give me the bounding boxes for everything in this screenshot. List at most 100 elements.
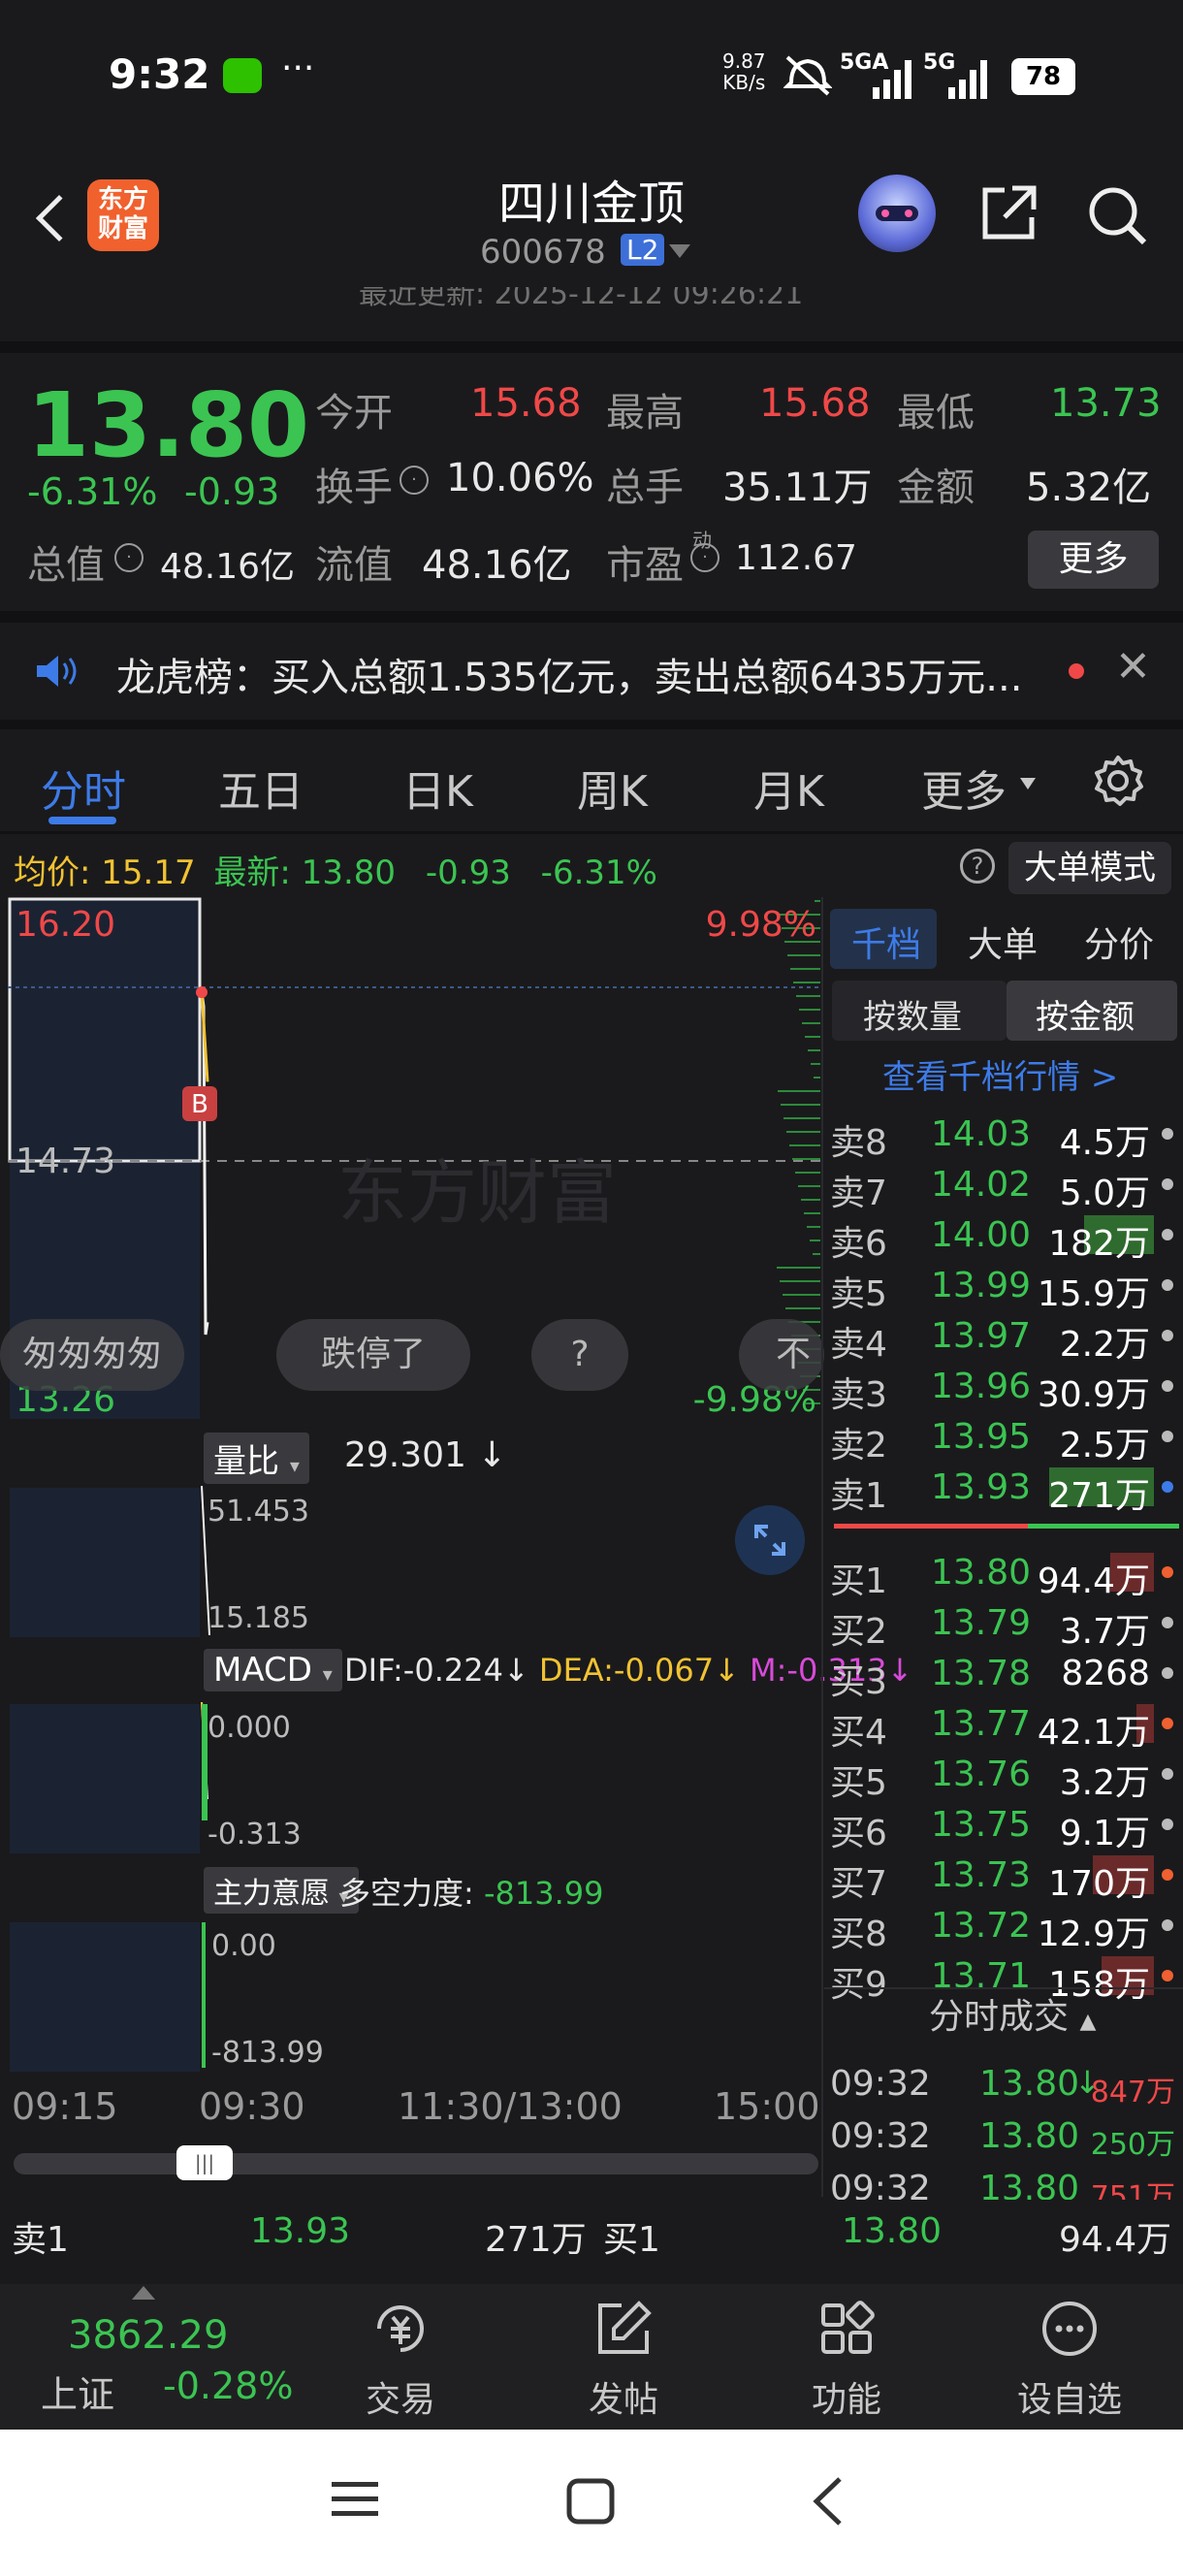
ask-row[interactable]: 卖7 14.02 5.0万 bbox=[824, 1159, 1183, 1213]
ai-assistant-icon[interactable] bbox=[858, 175, 936, 252]
more-button[interactable]: 更多 bbox=[1028, 531, 1159, 589]
status-dot bbox=[1162, 1279, 1173, 1291]
tab-underline bbox=[48, 817, 116, 824]
tab-more[interactable]: 更多 bbox=[921, 757, 1007, 819]
main-force-bar bbox=[202, 1922, 206, 2068]
bid-row[interactable]: 买5 13.76 3.2万 bbox=[824, 1749, 1183, 1803]
index-change[interactable]: -0.28% bbox=[163, 2365, 293, 2407]
volume-ratio-selector[interactable]: 量比 ▾ bbox=[204, 1433, 309, 1484]
y-tick-high-pct: 9.98% bbox=[706, 905, 816, 945]
info-icon[interactable]: · bbox=[114, 543, 144, 572]
nav-watchlist-label: 设自选 bbox=[1016, 2380, 1122, 2420]
quick-reply-pill[interactable]: 不 bbox=[739, 1319, 824, 1391]
expand-icon[interactable] bbox=[733, 1503, 807, 1577]
ticks-title[interactable]: 分时成交 ▲ bbox=[929, 1988, 1096, 2039]
bid-row[interactable]: 买7 13.73 170万 bbox=[824, 1850, 1183, 1904]
chevron-down-icon[interactable] bbox=[669, 244, 690, 258]
nav-post[interactable]: 发帖 bbox=[546, 2284, 701, 2422]
nav-watchlist[interactable]: 设自选 bbox=[992, 2284, 1147, 2422]
nav-trade[interactable]: 交易 bbox=[323, 2284, 478, 2422]
wechat-icon bbox=[223, 58, 262, 93]
bid-row[interactable]: 买8 13.72 12.9万 bbox=[824, 1900, 1183, 1954]
level-label: 卖5 bbox=[830, 1274, 887, 1314]
close-icon[interactable]: ✕ bbox=[1115, 642, 1151, 692]
nav-functions[interactable]: 功能 bbox=[769, 2284, 924, 2422]
divider bbox=[0, 831, 1183, 834]
level2-badge[interactable]: L2 bbox=[621, 234, 665, 266]
tab-thousand-level[interactable]: 千档 bbox=[851, 917, 921, 967]
chart-scrollbar[interactable] bbox=[14, 2153, 818, 2174]
index-value[interactable]: 3862.29 bbox=[68, 2313, 228, 2358]
mode-by-amount-label: 按金额 bbox=[1036, 998, 1135, 1037]
app-logo[interactable]: 东方财富 bbox=[87, 179, 159, 251]
mute-icon bbox=[783, 55, 832, 96]
level-volume: 271万 bbox=[1048, 1476, 1150, 1516]
ask-row[interactable]: 卖8 14.03 4.5万 bbox=[824, 1109, 1183, 1163]
latest-change: -0.93 bbox=[425, 853, 511, 892]
quick-reply-pill[interactable]: 匆匆匆匆 bbox=[0, 1319, 184, 1391]
avg-label: 均价: bbox=[14, 853, 91, 892]
signal-bars-2-icon bbox=[948, 60, 987, 99]
share-icon[interactable] bbox=[979, 184, 1038, 242]
bid-row[interactable]: 买4 13.77 42.1万 bbox=[824, 1698, 1183, 1753]
pressure-bar-buy bbox=[1028, 1524, 1179, 1529]
total-mv-value: 48.16亿 bbox=[160, 547, 296, 587]
change-amount: -0.93 bbox=[184, 470, 280, 513]
quick-reply-pill[interactable]: 跌停了 bbox=[276, 1319, 470, 1391]
tab-intraday[interactable]: 分时 bbox=[41, 757, 126, 819]
gear-icon[interactable] bbox=[1091, 754, 1145, 808]
ask-row[interactable]: 卖2 13.95 2.5万 bbox=[824, 1411, 1183, 1465]
info-icon[interactable]: · bbox=[400, 466, 429, 495]
level-price: 13.95 bbox=[931, 1417, 1032, 1457]
bid-row[interactable]: 买1 13.80 94.4万 bbox=[824, 1547, 1183, 1601]
view-depth-link[interactable]: 查看千档行情 > bbox=[882, 1050, 1118, 1098]
menu-icon[interactable] bbox=[330, 2478, 380, 2521]
ask-row[interactable]: 卖1 13.93 271万 bbox=[824, 1462, 1183, 1516]
level-volume: 3.2万 bbox=[1059, 1763, 1150, 1803]
back-icon[interactable] bbox=[811, 2476, 844, 2527]
bid-row[interactable]: 买3 13.78 8268 bbox=[824, 1648, 1183, 1702]
ask-row[interactable]: 卖3 13.96 30.9万 bbox=[824, 1361, 1183, 1415]
back-icon[interactable] bbox=[35, 194, 83, 242]
level-price: 13.80 bbox=[931, 1553, 1032, 1593]
tab-monthly-k[interactable]: 月K bbox=[753, 757, 824, 819]
ask-row[interactable]: 卖5 13.99 15.9万 bbox=[824, 1260, 1183, 1314]
main-force-values: 多空力度: -813.99 bbox=[339, 1869, 603, 1914]
search-icon[interactable] bbox=[1086, 184, 1148, 246]
tab-weekly-k[interactable]: 周K bbox=[577, 757, 648, 819]
system-nav-bar bbox=[0, 2430, 1183, 2576]
bid-row[interactable]: 买6 13.75 9.1万 bbox=[824, 1799, 1183, 1853]
turnover-label: 换手 bbox=[315, 466, 393, 510]
help-icon[interactable]: ? bbox=[960, 849, 995, 884]
tab-big-order[interactable]: 大单 bbox=[968, 917, 1038, 967]
quick-reply-pill[interactable]: ? bbox=[531, 1319, 628, 1391]
bid-row[interactable]: 买2 13.79 3.7万 bbox=[824, 1597, 1183, 1652]
news-text[interactable]: 龙虎榜：买入总额1.535亿元，卖出总额6435万元... bbox=[116, 646, 1022, 702]
big-order-mode-button[interactable]: 大单模式 bbox=[1008, 842, 1171, 894]
ask-row[interactable]: 卖6 14.00 182万 bbox=[824, 1209, 1183, 1264]
status-dot bbox=[1162, 1229, 1173, 1240]
high-label: 最高 bbox=[606, 391, 684, 435]
tab-price-dist[interactable]: 分价 bbox=[1084, 917, 1154, 967]
ask-row[interactable]: 卖4 13.97 2.2万 bbox=[824, 1310, 1183, 1365]
down-arrow-icon: ↓ bbox=[502, 1652, 529, 1689]
chevron-up-icon bbox=[132, 2286, 155, 2300]
news-ticker[interactable]: 龙虎榜：买入总额1.535亿元，卖出总额6435万元... ✕ bbox=[0, 623, 1183, 720]
x-tick-midday: 11:30/13:00 bbox=[398, 2085, 623, 2128]
tab-five-day[interactable]: 五日 bbox=[218, 757, 304, 819]
stock-header: 东方财富 四川金顶 600678 L2 bbox=[0, 145, 1183, 291]
info-icon[interactable]: · bbox=[690, 543, 719, 572]
macd-selector[interactable]: MACD ▾ bbox=[204, 1649, 342, 1691]
scroll-handle[interactable]: ||| bbox=[176, 2145, 233, 2180]
open-label: 今开 bbox=[315, 391, 393, 435]
nav-post-label: 发帖 bbox=[588, 2380, 658, 2420]
index-name[interactable]: 上证 bbox=[41, 2365, 114, 2418]
mode-by-qty-label: 按数量 bbox=[863, 998, 962, 1037]
macd-top: 0.000 bbox=[208, 1711, 291, 1745]
unread-dot bbox=[1069, 663, 1084, 679]
home-icon[interactable] bbox=[566, 2478, 615, 2525]
main-force-selector[interactable]: 主力意愿 ▾ bbox=[204, 1867, 359, 1914]
high-value: 15.68 bbox=[759, 381, 871, 426]
tab-daily-k[interactable]: 日K bbox=[402, 757, 473, 819]
strip-ask-label: 卖1 bbox=[12, 2220, 69, 2260]
